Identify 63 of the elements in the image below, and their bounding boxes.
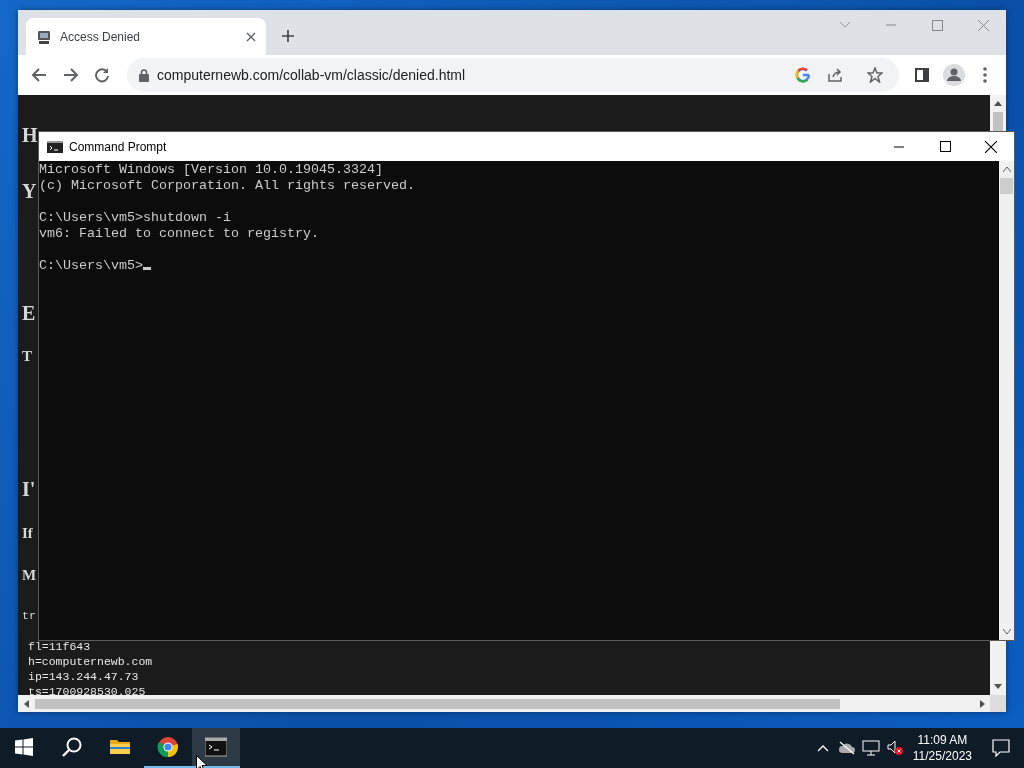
g-icon	[795, 67, 811, 83]
minimize-icon	[886, 24, 896, 26]
share-icon	[827, 67, 843, 83]
person-icon	[942, 64, 965, 86]
taskbar-app[interactable]	[192, 728, 240, 768]
console-line: C:\Users\vm5>shutdown -i	[39, 210, 231, 226]
page-text: tr	[22, 608, 36, 623]
right-arrow-icon	[979, 699, 985, 708]
up-arrow-icon	[994, 101, 1002, 106]
browser-icon	[157, 736, 179, 758]
browser-tab[interactable]: Access Denied	[26, 18, 266, 55]
minimize-icon	[894, 145, 904, 148]
terminal-icon	[47, 140, 63, 153]
page-heading: I'	[22, 477, 36, 502]
info-line: fl=11f643	[28, 639, 92, 654]
page-title: H	[22, 123, 38, 148]
close-icon	[985, 140, 997, 153]
scrollbar-corner	[990, 695, 1006, 712]
maximize-icon	[939, 141, 951, 152]
window-title: Command Prompt	[69, 138, 167, 156]
page-heading: Y	[22, 179, 37, 204]
info-line: ip=143.244.47.73	[28, 669, 140, 684]
page-text: If	[22, 524, 33, 543]
lock-icon	[139, 68, 149, 82]
cloud-off-icon	[837, 741, 856, 755]
page-text: M	[22, 566, 37, 585]
windows-logo-icon	[15, 738, 33, 756]
scrollbar[interactable]	[18, 695, 990, 712]
console-line: vm6: Failed to connect to registry.	[39, 226, 319, 242]
mouse-cursor-icon	[196, 755, 208, 768]
scrollbar-thumb[interactable]	[1000, 178, 1013, 194]
side-panel-icon	[914, 68, 929, 82]
speaker-muted-icon	[886, 740, 903, 756]
chevron-up-icon	[816, 744, 829, 752]
star-icon	[867, 67, 883, 83]
scrollbar-thumb[interactable]	[993, 112, 1003, 132]
computer-icon	[36, 28, 52, 45]
close-icon	[977, 19, 989, 31]
text-cursor	[143, 267, 151, 270]
network-icon	[861, 740, 880, 756]
terminal-icon	[205, 736, 227, 758]
search-icon	[62, 737, 82, 757]
back-arrow-icon	[30, 67, 47, 83]
console-line: C:\Users\vm5>	[39, 258, 143, 274]
chevron-down-icon	[839, 21, 851, 29]
page-text: T	[22, 347, 32, 366]
forward-arrow-icon	[62, 67, 79, 83]
address-bar[interactable]: computernewb.com/collab-vm/classic/denied.html	[127, 58, 899, 92]
down-arrow-icon	[994, 684, 1002, 689]
menu-dots-icon	[983, 67, 988, 83]
reload-icon	[94, 67, 111, 83]
scrollbar[interactable]	[999, 161, 1014, 640]
left-arrow-icon	[23, 699, 29, 708]
console-line: Microsoft Windows [Version 10.0.19045.3324]	[39, 162, 383, 178]
close-icon	[246, 31, 256, 42]
clock[interactable]: 11:09 AM 11/25/2023	[906, 732, 978, 764]
info-line: h=computernewb.com	[28, 654, 154, 669]
speech-bubble-icon	[992, 739, 1010, 757]
info-line: ts=1700928530.025	[28, 684, 147, 695]
plus-icon	[281, 29, 295, 43]
console-line: (c) Microsoft Corporation. All rights reserved.	[39, 178, 415, 194]
page-heading: E	[22, 301, 36, 326]
maximize-icon	[931, 19, 943, 31]
